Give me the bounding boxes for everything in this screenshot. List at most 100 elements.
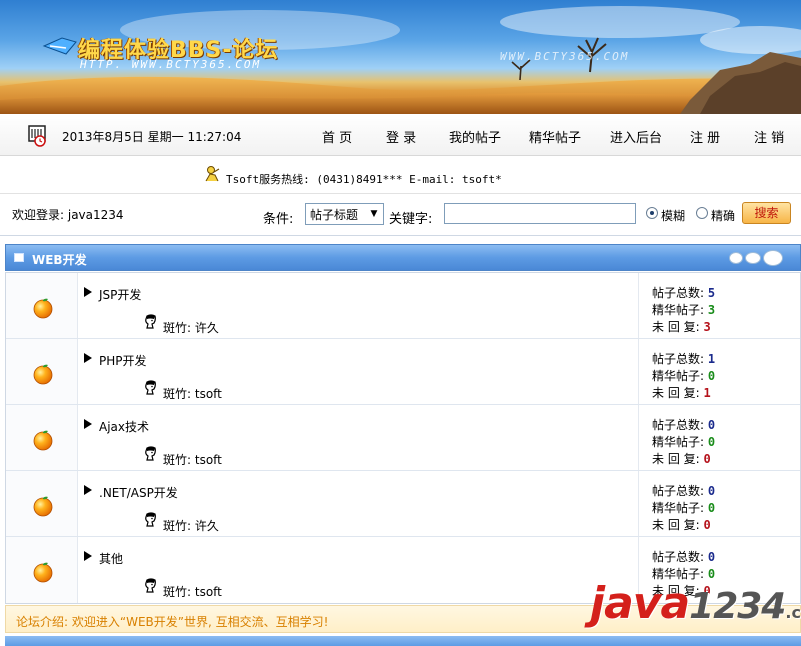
triangle-right-icon — [84, 419, 92, 429]
triangle-right-icon — [84, 287, 92, 297]
stat-total: 帖子总数: 5 — [652, 284, 715, 301]
nav-home[interactable]: 首 页 — [322, 127, 352, 146]
forum-main-cell: JSP开发 斑竹: 许久 — [79, 273, 639, 338]
forum-name-link[interactable]: .NET/ASP开发 — [99, 484, 178, 501]
search-bar: 欢迎登录: java1234 条件: 帖子标题 ▼ 关键字: 模糊 精确 搜索 — [0, 194, 801, 236]
stat-value: 0 — [707, 369, 716, 383]
forum-icon-cell — [6, 471, 78, 536]
stat-value: 3 — [707, 303, 716, 317]
forum-moderator: 斑竹: tsoft — [163, 387, 222, 401]
search-button[interactable]: 搜索 — [742, 202, 791, 224]
forum-name-link[interactable]: Ajax技术 — [99, 418, 149, 435]
nav-my-posts[interactable]: 我的帖子 — [449, 127, 501, 146]
stat-value: 0 — [703, 518, 711, 532]
forum-name-link[interactable]: 其他 — [99, 550, 123, 567]
expand-icon[interactable] — [745, 252, 761, 264]
condition-select[interactable]: 帖子标题 ▼ — [305, 203, 384, 225]
stat-unreplied: 未 回 复: 0 — [652, 516, 711, 533]
nav-login[interactable]: 登 录 — [386, 127, 416, 146]
watermark-logo: java1234.com — [590, 578, 801, 629]
clock-icon — [28, 125, 46, 147]
forum-row: Ajax技术 斑竹: tsoft 帖子总数: 0 精华帖子: 0 未 回 复: … — [6, 405, 800, 471]
banner-watermark-url: WWW.BCTY365.COM — [500, 50, 630, 63]
stat-value: 5 — [707, 286, 716, 300]
forum-name-link[interactable]: JSP开发 — [99, 286, 141, 303]
triangle-right-icon — [84, 353, 92, 363]
watermark-brand: java — [590, 578, 690, 629]
stat-label: 未 回 复: — [652, 518, 700, 532]
stat-label: 精华帖子: — [652, 435, 705, 449]
collapse-icon[interactable] — [729, 252, 743, 264]
stat-value: 3 — [703, 320, 711, 334]
nav-elite-posts[interactable]: 精华帖子 — [529, 127, 581, 146]
moderator-avatar-icon — [145, 380, 156, 395]
stat-value: 0 — [707, 501, 716, 515]
stat-elite: 精华帖子: 0 — [652, 499, 715, 516]
forum-table: JSP开发 斑竹: 许久 帖子总数: 5 精华帖子: 3 未 回 复: 3 PH… — [5, 272, 801, 604]
stat-label: 帖子总数: — [652, 352, 705, 366]
hotline-person-icon — [205, 166, 220, 182]
nav-admin[interactable]: 进入后台 — [610, 127, 662, 146]
site-logo-url: HTTP. WWW.BCTY365.COM — [80, 58, 262, 71]
stat-value: 0 — [707, 484, 716, 498]
forum-moderator: 斑竹: 许久 — [163, 519, 219, 533]
stat-value: 0 — [703, 452, 711, 466]
forum-moderator: 斑竹: tsoft — [163, 585, 222, 599]
stat-label: 精华帖子: — [652, 501, 705, 515]
forum-icon-cell — [6, 339, 78, 404]
stat-value: 1 — [703, 386, 711, 400]
hotline-bar: Tsoft服务热线: (0431)8491*** E-mail: tsoft**… — [0, 156, 801, 194]
forum-moderator: 斑竹: 许久 — [163, 321, 219, 335]
radio-fuzzy-label: 模糊 — [661, 209, 686, 223]
forum-main-cell: Ajax技术 斑竹: tsoft — [79, 405, 639, 470]
radio-exact-label: 精确 — [711, 209, 736, 223]
stat-label: 帖子总数: — [652, 550, 705, 564]
nav-logout[interactable]: 注 销 — [754, 127, 784, 146]
java1234-watermark: java1234.com — [590, 578, 801, 640]
orange-fruit-icon — [33, 430, 53, 451]
radio-fuzzy[interactable] — [646, 207, 658, 219]
triangle-right-icon — [84, 551, 92, 561]
moderator-avatar-icon — [145, 512, 156, 527]
keyword-input[interactable] — [444, 203, 636, 224]
stat-unreplied: 未 回 复: 1 — [652, 384, 711, 401]
stat-elite: 精华帖子: 0 — [652, 367, 715, 384]
stat-label: 未 回 复: — [652, 320, 700, 334]
stat-unreplied: 未 回 复: 0 — [652, 450, 711, 467]
stat-elite: 精华帖子: 3 — [652, 301, 715, 318]
stat-value: 0 — [707, 550, 716, 564]
forum-icon-cell — [6, 273, 78, 338]
stat-label: 精华帖子: — [652, 303, 705, 317]
forum-stats-cell: 帖子总数: 1 精华帖子: 0 未 回 复: 1 — [640, 339, 800, 404]
current-datetime: 2013年8月5日 星期一 11:27:04 — [62, 130, 242, 144]
radio-exact[interactable] — [696, 207, 708, 219]
forum-main-cell: PHP开发 斑竹: tsoft — [79, 339, 639, 404]
forum-name-link[interactable]: PHP开发 — [99, 352, 147, 369]
condition-label: 条件: — [263, 212, 294, 227]
stat-label: 帖子总数: — [652, 418, 705, 432]
site-banner: 编程体验BBS-论坛 HTTP. WWW.BCTY365.COM WWW.BCT… — [0, 0, 801, 114]
forum-main-cell: 其他 斑竹: tsoft — [79, 537, 639, 603]
stat-total: 帖子总数: 0 — [652, 482, 715, 499]
stat-elite: 精华帖子: 0 — [652, 433, 715, 450]
stat-unreplied: 未 回 复: 3 — [652, 318, 711, 335]
stat-label: 未 回 复: — [652, 386, 700, 400]
nav-register[interactable]: 注 册 — [690, 127, 720, 146]
forum-row: PHP开发 斑竹: tsoft 帖子总数: 1 精华帖子: 0 未 回 复: 1 — [6, 339, 800, 405]
forum-main-cell: .NET/ASP开发 斑竹: 许久 — [79, 471, 639, 536]
moderator-avatar-icon — [145, 578, 156, 593]
forum-icon-cell — [6, 537, 78, 603]
orange-fruit-icon — [33, 298, 53, 319]
top-navbar: 2013年8月5日 星期一 11:27:04 首 页 登 录 我的帖子 精华帖子… — [0, 114, 801, 156]
watermark-suffix: .com — [785, 603, 801, 622]
stat-value: 1 — [707, 352, 716, 366]
orange-fruit-icon — [33, 364, 53, 385]
forum-icon-cell — [6, 405, 78, 470]
forum-stats-cell: 帖子总数: 0 精华帖子: 0 未 回 复: 0 — [640, 471, 800, 536]
toggle-icon[interactable] — [763, 250, 783, 266]
section-title: WEB开发 — [32, 253, 87, 267]
forum-stats-cell: 帖子总数: 0 精华帖子: 0 未 回 复: 0 — [640, 405, 800, 470]
forum-row: .NET/ASP开发 斑竹: 许久 帖子总数: 0 精华帖子: 0 未 回 复:… — [6, 471, 800, 537]
welcome-user: 欢迎登录: java1234 — [12, 208, 124, 222]
forum-intro-text: 论坛介绍: 欢迎进入“WEB开发”世界, 互相交流、互相学习! — [16, 615, 329, 629]
